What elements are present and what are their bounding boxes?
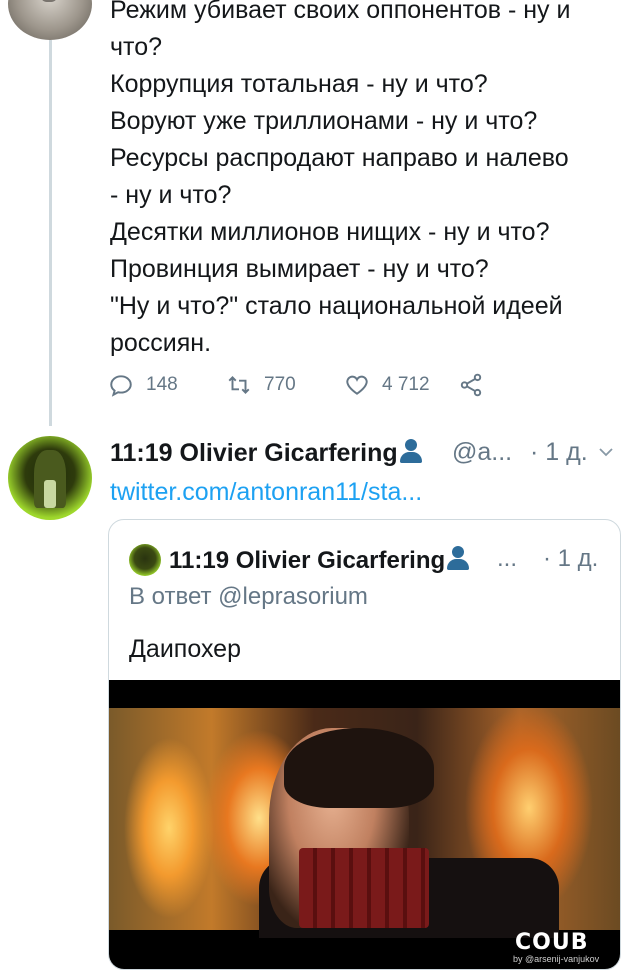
video-scene [109, 708, 620, 938]
quoted-author-name: 11:19 Olivier Gicarfering [169, 545, 471, 575]
thread-line [49, 40, 52, 426]
reply-button[interactable]: 148 [108, 372, 178, 398]
quoted-author-handle: ... [497, 545, 518, 572]
tweet-line: Коррупция тотальная - ну и что? [110, 70, 488, 98]
tweet-line: - ну и что? [110, 181, 232, 209]
quoted-header: 11:19 Olivier Gicarfering ... · 1 д. [129, 544, 609, 576]
like-button[interactable]: 4 712 [344, 372, 430, 398]
tweet-actions: 148 770 4 712 [108, 372, 508, 402]
tweet-line: что? [110, 33, 163, 61]
tweet-line: Ресурсы распродают направо и налево [110, 144, 569, 172]
retweet-icon [228, 376, 250, 394]
scene-accordion [299, 848, 429, 928]
tweet-time: · 1 д. [530, 438, 588, 466]
reply-icon [110, 375, 132, 397]
author-name[interactable]: 11:19 Olivier Gicarfering [110, 439, 424, 467]
avatar [129, 544, 161, 576]
tweet-text: Режим убивает своих оппонентов - ну и чт… [110, 0, 630, 362]
person-icon [445, 545, 471, 571]
tweet-line: "Ну и что?" стало национальной идеей [110, 292, 563, 320]
tweet-line: Воруют уже триллионами - ну и что? [110, 107, 538, 135]
reply-to: В ответ @leprasorium [129, 583, 368, 610]
quoted-text: Даипохер [129, 635, 241, 663]
tweet-link[interactable]: twitter.com/antonran11/sta... [110, 478, 422, 507]
avatar-figure-detail [44, 480, 56, 508]
author-name-text: 11:19 Olivier Gicarfering [110, 439, 398, 467]
author-handle[interactable]: @a... [452, 438, 512, 467]
heart-icon [346, 375, 368, 395]
tweet-header: 11:19 Olivier Gicarfering @a... · 1 д. [110, 438, 630, 472]
tweet-line: россиян. [110, 329, 212, 357]
tweet-line: Десятки миллионов нищих - ну и что? [110, 218, 550, 246]
reply-count: 148 [146, 374, 178, 395]
retweet-count: 770 [264, 374, 296, 395]
share-button[interactable] [458, 372, 484, 398]
quoted-author-name-text: 11:19 Olivier Gicarfering [169, 547, 446, 574]
video-thumbnail[interactable]: COUB by @arsenij-vanjukov [109, 680, 620, 969]
scene-hair [284, 728, 434, 808]
share-icon [460, 373, 482, 397]
coub-author: by @arsenij-vanjukov [513, 954, 600, 964]
quoted-time: · 1 д. [543, 545, 599, 572]
retweet-button[interactable]: 770 [226, 372, 296, 398]
avatar[interactable] [8, 0, 92, 40]
like-count: 4 712 [382, 374, 430, 395]
tweet-line: Режим убивает своих оппонентов - ну и [110, 0, 571, 24]
quoted-tweet-card[interactable]: 11:19 Olivier Gicarfering ... · 1 д. В о… [108, 519, 621, 970]
person-icon [398, 438, 424, 464]
avatar[interactable] [8, 436, 92, 520]
chevron-down-icon[interactable] [596, 442, 616, 462]
tweet-line: Провинция вымирает - ну и что? [110, 255, 489, 283]
coub-logo: COUB [515, 930, 589, 955]
